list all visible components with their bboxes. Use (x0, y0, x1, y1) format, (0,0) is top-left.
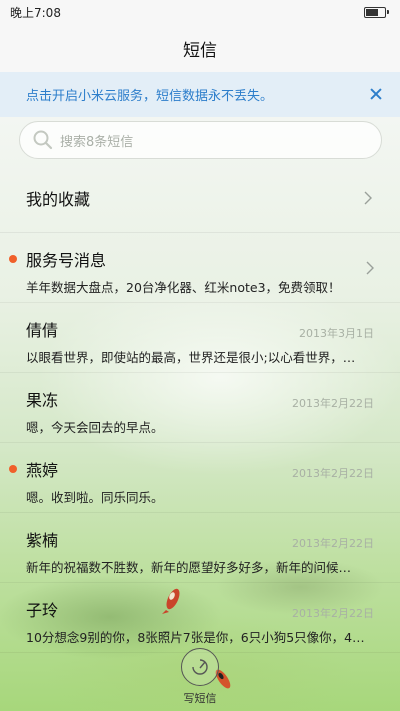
search-input[interactable]: 搜索8条短信 (19, 121, 382, 159)
compose-label[interactable]: 写短信 (170, 690, 230, 706)
conversation-row[interactable]: 倩倩 以眼看世界，即使站的最高，世界还是很小;以心看世界，… 2013年3月1日 (0, 303, 400, 373)
message-preview: 羊年数据大盘点，20台净化器、红米note3，免费领取！ (26, 280, 341, 295)
contact-name: 服务号消息 (26, 251, 107, 270)
status-time: 晚上7:08 (10, 5, 61, 20)
message-date: 2013年2月22日 (292, 607, 374, 620)
message-date: 2013年2月22日 (292, 537, 374, 550)
compose-button[interactable] (181, 648, 219, 686)
chevron-right-icon (366, 261, 374, 275)
message-date: 2013年3月1日 (299, 327, 374, 340)
compose-icon (192, 659, 208, 675)
conversation-list: 我的收藏 服务号消息 羊年数据大盘点，20台净化器、红米note3，免费领取！ … (0, 163, 400, 653)
message-preview: 新年的祝福数不胜数，新年的愿望好多好多，新年的问候… (26, 560, 352, 575)
conversation-row[interactable]: 紫楠 新年的祝福数不胜数，新年的愿望好多好多，新年的问候… 2013年2月22日 (0, 513, 400, 583)
battery-icon (364, 6, 389, 18)
unread-indicator (9, 465, 17, 473)
conversation-row[interactable]: 服务号消息 羊年数据大盘点，20台净化器、红米note3，免费领取！ (0, 233, 400, 303)
unread-indicator (9, 255, 17, 263)
close-icon[interactable] (366, 85, 386, 105)
message-preview: 以眼看世界，即使站的最高，世界还是很小;以心看世界，… (26, 350, 356, 365)
favorites-label: 我的收藏 (26, 189, 91, 209)
conversation-row[interactable]: 果冻 嗯，今天会回去的早点。 2013年2月22日 (0, 373, 400, 443)
favorites-row[interactable]: 我的收藏 (0, 163, 400, 233)
status-bar: 晚上7:08 (0, 0, 400, 24)
message-preview: 嗯。收到啦。同乐同乐。 (26, 490, 164, 505)
conversation-row[interactable]: 子玲 10分想念9别的你，8张照片7张是你，6只小狗5只像你，4… 2013年2… (0, 583, 400, 653)
chevron-right-icon (364, 191, 372, 204)
header: 短信 (0, 24, 400, 72)
message-preview: 嗯，今天会回去的早点。 (26, 420, 164, 435)
page-title: 短信 (183, 40, 217, 61)
message-date: 2013年2月22日 (292, 467, 374, 480)
banner-text[interactable]: 点击开启小米云服务，短信数据永不丢失。 (26, 85, 366, 104)
conversation-row[interactable]: 燕婷 嗯。收到啦。同乐同乐。 2013年2月22日 (0, 443, 400, 513)
message-date: 2013年2月22日 (292, 397, 374, 410)
cloud-service-banner[interactable]: 点击开启小米云服务，短信数据永不丢失。 (0, 72, 400, 117)
message-preview: 10分想念9别的你，8张照片7张是你，6只小狗5只像你，4… (26, 630, 365, 645)
search-placeholder: 搜索8条短信 (60, 134, 134, 150)
search-icon (33, 130, 53, 150)
